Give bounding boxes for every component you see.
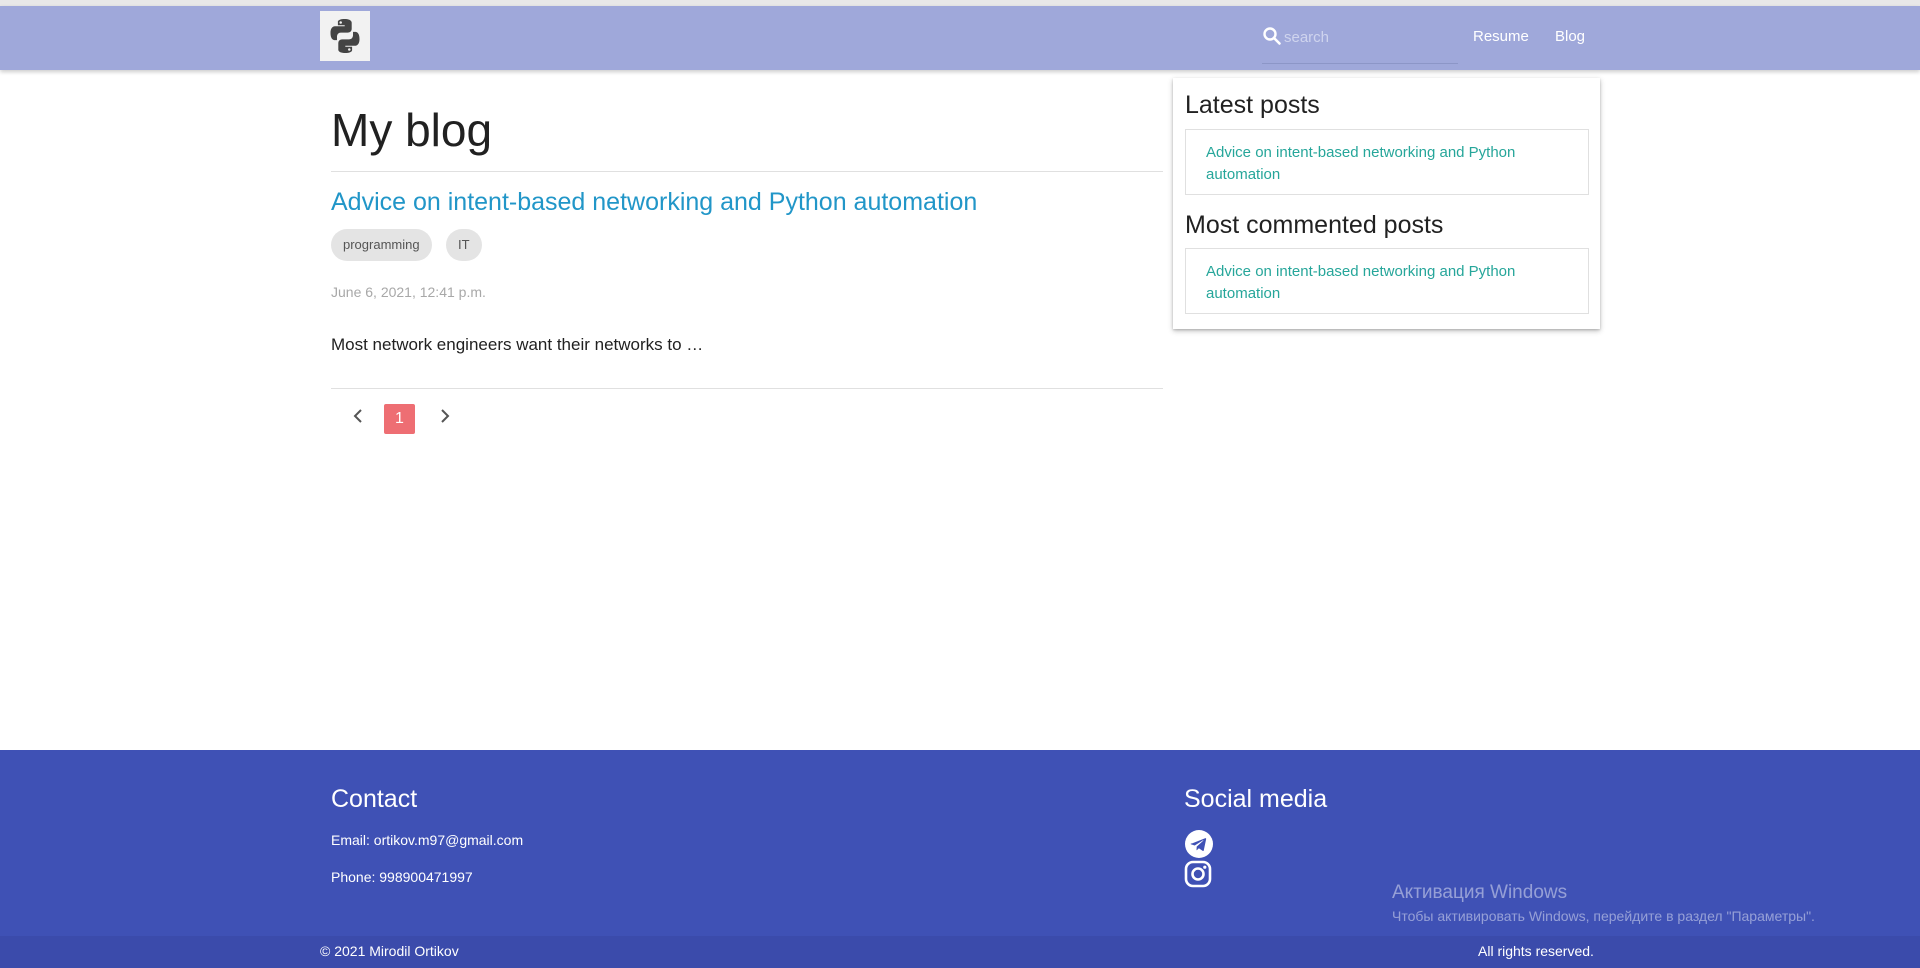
divider bbox=[331, 171, 1163, 172]
windows-activation-watermark: Активация Windows Чтобы активировать Win… bbox=[1392, 882, 1815, 924]
search-input[interactable] bbox=[1284, 26, 1454, 48]
social-media-heading: Social media bbox=[1184, 785, 1328, 813]
page-title: My blog bbox=[331, 104, 493, 156]
nav-link-resume[interactable]: Resume bbox=[1473, 28, 1529, 45]
latest-posts-heading: Latest posts bbox=[1185, 91, 1320, 119]
instagram-link[interactable] bbox=[1184, 860, 1212, 888]
copyright-text: © 2021 Mirodil Ortikov bbox=[320, 943, 459, 959]
telegram-link[interactable] bbox=[1184, 829, 1214, 859]
watermark-subtitle: Чтобы активировать Windows, перейдите в … bbox=[1392, 908, 1815, 924]
most-commented-heading: Most commented posts bbox=[1185, 211, 1444, 239]
navbar: Resume Blog bbox=[0, 6, 1920, 70]
tag-chip-it[interactable]: IT bbox=[446, 229, 482, 261]
python-logo-icon bbox=[330, 19, 360, 53]
tag-chip-programming[interactable]: programming bbox=[331, 229, 432, 261]
instagram-icon bbox=[1184, 860, 1212, 888]
most-commented-post-link[interactable]: Advice on intent-based networking and Py… bbox=[1206, 261, 1568, 305]
post-excerpt: Most network engineers want their networ… bbox=[331, 335, 704, 354]
rights-text: All rights reserved. bbox=[1478, 943, 1594, 959]
pagination-next-button[interactable] bbox=[435, 406, 455, 426]
watermark-title: Активация Windows bbox=[1392, 882, 1568, 903]
pagination-prev-button[interactable] bbox=[348, 406, 368, 426]
latest-posts-list: Advice on intent-based networking and Py… bbox=[1185, 129, 1589, 195]
divider bbox=[331, 388, 1163, 389]
footer: Contact Email: ortikov.m97@gmail.com Pho… bbox=[0, 750, 1920, 968]
search-box bbox=[1262, 22, 1458, 64]
chevron-left-icon bbox=[353, 409, 362, 423]
nav-link-blog[interactable]: Blog bbox=[1555, 28, 1585, 45]
contact-email: Email: ortikov.m97@gmail.com bbox=[331, 832, 524, 848]
sidebar-card: Latest posts Advice on intent-based netw… bbox=[1173, 78, 1600, 329]
most-commented-list: Advice on intent-based networking and Py… bbox=[1185, 248, 1589, 314]
latest-post-link[interactable]: Advice on intent-based networking and Py… bbox=[1206, 142, 1568, 186]
post-date: June 6, 2021, 12:41 p.m. bbox=[331, 284, 486, 300]
copyright-bar bbox=[0, 936, 1920, 968]
contact-heading: Contact bbox=[331, 785, 418, 813]
pagination-page-1[interactable]: 1 bbox=[384, 404, 415, 434]
chevron-right-icon bbox=[441, 409, 450, 423]
contact-phone: Phone: 998900471997 bbox=[331, 869, 473, 885]
post-title-link[interactable]: Advice on intent-based networking and Py… bbox=[331, 188, 977, 217]
telegram-icon bbox=[1185, 830, 1213, 858]
search-icon bbox=[1263, 27, 1281, 45]
python-logo-link[interactable] bbox=[320, 11, 370, 61]
